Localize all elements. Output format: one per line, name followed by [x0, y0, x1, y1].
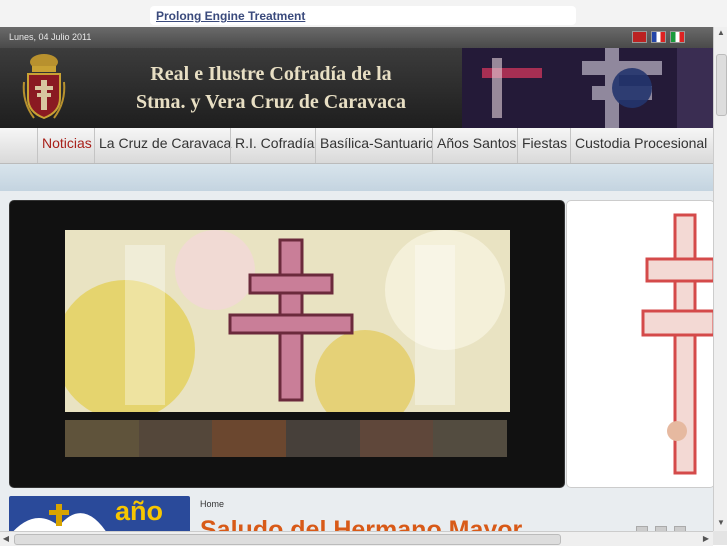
horizontal-scrollbar[interactable]: ◀ ▶	[0, 531, 713, 546]
thumbnail[interactable]	[433, 420, 508, 457]
main-nav: Noticias La Cruz de Caravaca R.I. Cofrad…	[0, 128, 713, 164]
nav-item-fiestas[interactable]: Fiestas	[517, 128, 571, 163]
coat-of-arms-logo[interactable]	[20, 52, 68, 122]
horizontal-scroll-thumb[interactable]	[14, 534, 561, 545]
subnav-band	[0, 164, 713, 191]
site-header: Real e Ilustre Cofradía de la Stma. y Ve…	[0, 48, 713, 128]
nav-item-custodia[interactable]: Custodia Procesional	[570, 128, 711, 163]
scroll-left-icon[interactable]: ◀	[0, 533, 12, 545]
scroll-down-icon[interactable]: ▼	[715, 517, 727, 529]
french-flag-icon[interactable]	[651, 31, 666, 43]
scroll-up-icon[interactable]: ▲	[715, 27, 727, 39]
english-flag-icon[interactable]	[632, 31, 647, 43]
breadcrumb[interactable]: Home	[200, 499, 224, 509]
nav-item-basilica[interactable]: Basílica-Santuario	[315, 128, 438, 163]
cross-header-photo	[462, 48, 713, 128]
nav-item-noticias[interactable]: Noticias	[37, 128, 96, 163]
site-title-line2: Stma. y Vera Cruz de Caravaca	[136, 91, 406, 113]
scrollbar-corner	[713, 531, 727, 545]
banner-text: año	[115, 496, 164, 526]
vertical-scrollbar[interactable]: ▲ ▼	[713, 27, 727, 531]
image-slider	[9, 200, 565, 488]
top-bar: Lunes, 04 Julio 2011	[0, 27, 713, 48]
current-date: Lunes, 04 Julio 2011	[9, 32, 92, 42]
ano-jubilar-banner[interactable]: año	[9, 496, 190, 536]
thumbnail[interactable]	[138, 420, 213, 457]
nav-item-cofradia[interactable]: R.I. Cofradía	[230, 128, 318, 163]
banner-emblem	[9, 504, 109, 536]
site-title-line1: Real e Ilustre Cofradía de la	[150, 63, 392, 85]
italian-flag-icon[interactable]	[670, 31, 685, 43]
thumbnail[interactable]	[212, 420, 287, 457]
thumbnail[interactable]	[65, 420, 139, 457]
ad-strip: Prolong Engine Treatment	[0, 0, 727, 27]
slide-thumbnails	[65, 420, 508, 457]
nav-item-anos-santos[interactable]: Años Santos	[432, 128, 520, 163]
ad-box: Prolong Engine Treatment	[150, 6, 576, 25]
slide-image[interactable]	[65, 230, 510, 412]
nav-item-la-cruz[interactable]: La Cruz de Caravaca	[94, 128, 235, 163]
vertical-scroll-thumb[interactable]	[716, 54, 727, 116]
thumbnail[interactable]	[286, 420, 360, 457]
scroll-right-icon[interactable]: ▶	[700, 533, 712, 545]
side-cross-card	[566, 200, 715, 488]
cross-image[interactable]	[567, 201, 714, 487]
thumbnail[interactable]	[359, 420, 434, 457]
ad-link[interactable]: Prolong Engine Treatment	[156, 9, 305, 23]
